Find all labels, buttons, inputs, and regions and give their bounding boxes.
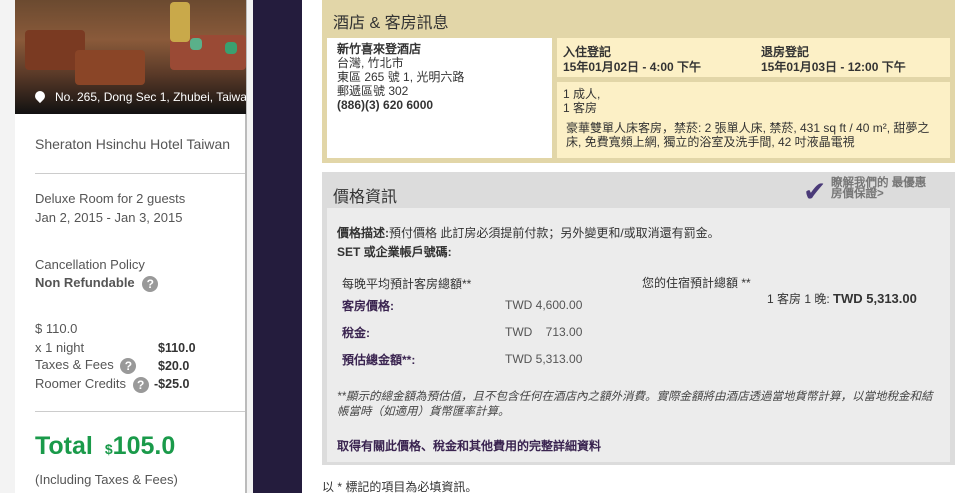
total-currency: $ [104, 441, 113, 457]
room-price-value: TWD 4,600.00 [505, 298, 583, 312]
price-details-link[interactable]: 取得有關此價格、稅金和其他費用的完整詳細資料 [337, 437, 601, 454]
set-account-label: SET 或企業帳戶號碼: [337, 245, 452, 259]
help-icon[interactable]: ? [120, 357, 137, 374]
credits-label: Roomer Credits [35, 376, 127, 391]
divider [35, 411, 245, 412]
total-price: Total $105.0 [35, 432, 175, 461]
price-footnote: **顯示的總金額為預估值，且不包含任何在酒店內之額外消費。實際金額將由酒店透過當… [337, 391, 933, 418]
hotel-city: 台灣, 竹北市 [337, 56, 404, 70]
stay-header: 您的住宿預計總額 ** [642, 276, 751, 290]
estimated-total-label: 預估總金額**: [342, 353, 416, 367]
hotel-postal: 郵遞區號 302 [337, 84, 409, 98]
price-desc-label: 價格描述: [337, 226, 389, 240]
divider [35, 173, 245, 174]
guarantee-line2[interactable]: 房價保證> [831, 188, 926, 200]
cancellation-value: Non Refundable [35, 275, 135, 290]
map-pin-icon [35, 90, 48, 104]
hotel-phone: (886)(3) 620 6000 [337, 98, 434, 112]
total-note: (Including Taxes & Fees) [35, 472, 178, 487]
hotel-address: No. 265, Dong Sec 1, Zhubei, Taiwan [35, 90, 246, 104]
nightly-rate: $ 110.0 [35, 321, 78, 336]
help-icon[interactable]: ? [132, 376, 149, 393]
tax-value: TWD 713.00 [505, 325, 583, 339]
tax-label: 稅金: [342, 326, 370, 340]
taxes-label: Taxes & Fees [35, 357, 114, 372]
total-label: Total [35, 432, 93, 460]
checkmark-icon: ✔ [803, 176, 827, 207]
guest-room-details: 1 成人, 1 客房 豪華雙單人床客房，禁菸: 2 張單人床, 禁菸, 431 … [557, 82, 950, 158]
stay-total: TWD 5,313.00 [833, 291, 917, 306]
address-text: No. 265, Dong Sec 1, Zhubei, Taiwan [55, 90, 246, 104]
avg-header: 每晚平均預計客房總額** [342, 277, 472, 291]
price-info-title: 價格資訊 [333, 189, 398, 206]
checkin-value: 15年01月02日 - 4:00 下午 [563, 60, 702, 74]
adults-count: 1 成人, [563, 87, 601, 101]
credits-value: -$25.0 [154, 377, 190, 391]
checkout-value: 15年01月03日 - 12:00 下午 [761, 60, 906, 74]
help-icon[interactable]: ? [142, 275, 159, 292]
taxes-value: $20.0 [158, 359, 190, 373]
cancellation-label: Cancellation Policy [35, 257, 145, 272]
checkin-checkout: 入住登記 15年01月02日 - 4:00 下午 退房登記 15年01月03日 … [557, 38, 950, 77]
hotel-street: 東區 265 號 1, 光明六路 [337, 70, 465, 84]
dark-side-band [253, 0, 302, 493]
rooms-count: 1 客房 [563, 101, 598, 115]
hotel-details: 新竹喜來登酒店 台灣, 竹北市 東區 265 號 1, 光明六路 郵遞區號 30… [327, 38, 552, 158]
room-description: 豪華雙單人床客房，禁菸: 2 張單人床, 禁菸, 431 sq ft / 40 … [566, 121, 930, 149]
price-desc-value: 預付價格 此訂房必須提前付款；另外變更和/或取消還有罰金。 [389, 226, 720, 240]
hotel-cn-name: 新竹喜來登酒店 [337, 42, 422, 56]
nights-value: $110.0 [158, 341, 196, 355]
room-type: Deluxe Room for 2 guests [35, 191, 186, 206]
room-price-label: 客房價格: [342, 299, 394, 313]
total-value: 105.0 [112, 432, 176, 460]
estimated-total-value: TWD 5,313.00 [505, 352, 583, 366]
hotel-name: Sheraton Hsinchu Hotel Taiwan [35, 136, 231, 152]
stay-prefix: 1 客房 1 晚: [767, 292, 830, 306]
stay-dates: Jan 2, 2015 - Jan 3, 2015 [35, 210, 183, 225]
best-rate-guarantee-link[interactable]: 瞭解我們的 最優惠 房價保證> [831, 177, 926, 200]
hotel-info-title: 酒店 & 客房訊息 [333, 15, 449, 32]
nights-label: x 1 night [35, 340, 85, 355]
required-fields-note: 以 * 標記的項目為必填資訊。 [322, 480, 478, 494]
